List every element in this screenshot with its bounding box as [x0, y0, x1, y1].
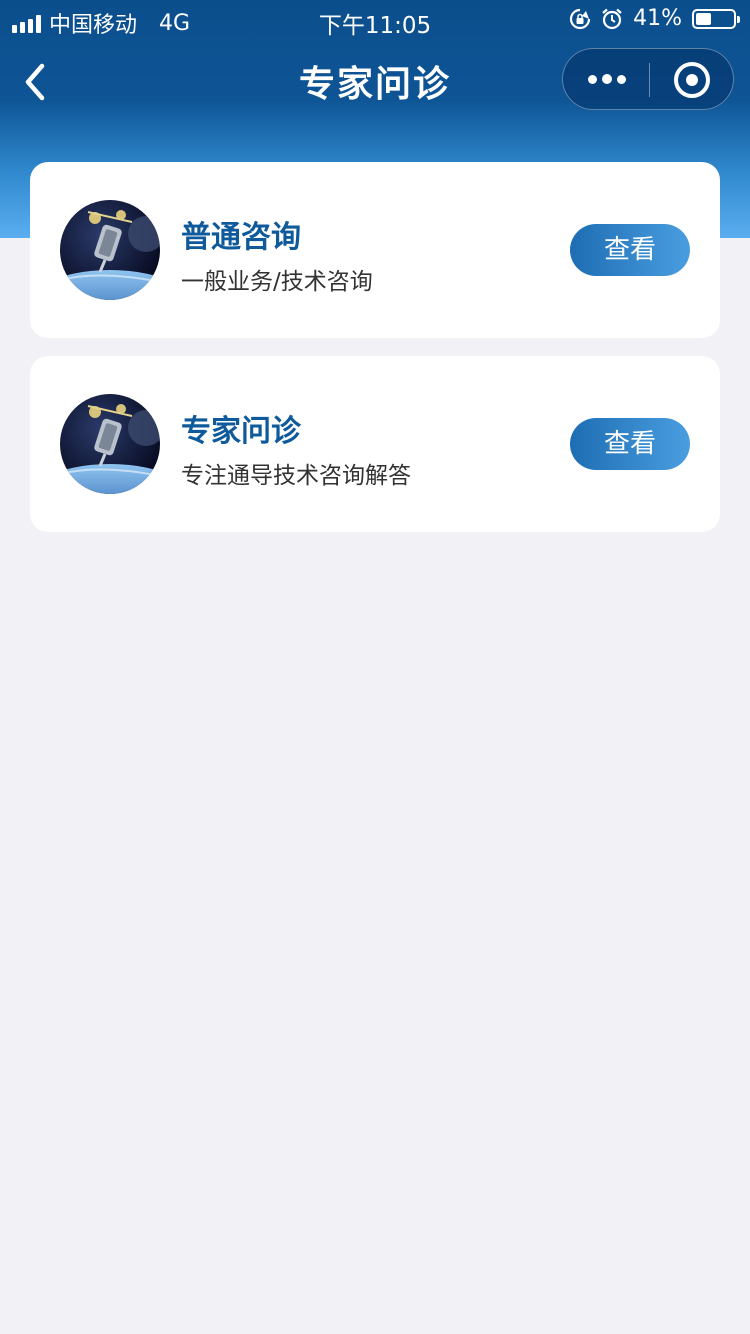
card-description: 专注通导技术咨询解答 [181, 463, 411, 489]
battery-percent: 41% [633, 6, 682, 31]
service-card-expert[interactable]: 专家问诊 专注通导技术咨询解答 查看 [30, 356, 720, 532]
card-title: 专家问诊 [181, 414, 301, 449]
navigation-bar: 专家问诊 [0, 40, 750, 128]
view-button[interactable]: 查看 [570, 224, 690, 276]
battery-icon [692, 8, 740, 29]
rotation-lock-icon [570, 8, 591, 29]
status-bar: 中国移动 4G 下午11:05 41% [0, 0, 750, 40]
satellite-avatar [60, 200, 160, 300]
card-description: 一般业务/技术咨询 [181, 269, 373, 295]
card-title: 普通咨询 [181, 220, 301, 255]
view-button[interactable]: 查看 [570, 418, 690, 470]
close-mini-program-button[interactable] [649, 49, 735, 111]
satellite-avatar [60, 394, 160, 494]
alarm-icon [602, 8, 622, 29]
mini-program-capsule [562, 48, 734, 110]
service-card-general[interactable]: 普通咨询 一般业务/技术咨询 查看 [30, 162, 720, 338]
more-button[interactable] [563, 49, 649, 111]
